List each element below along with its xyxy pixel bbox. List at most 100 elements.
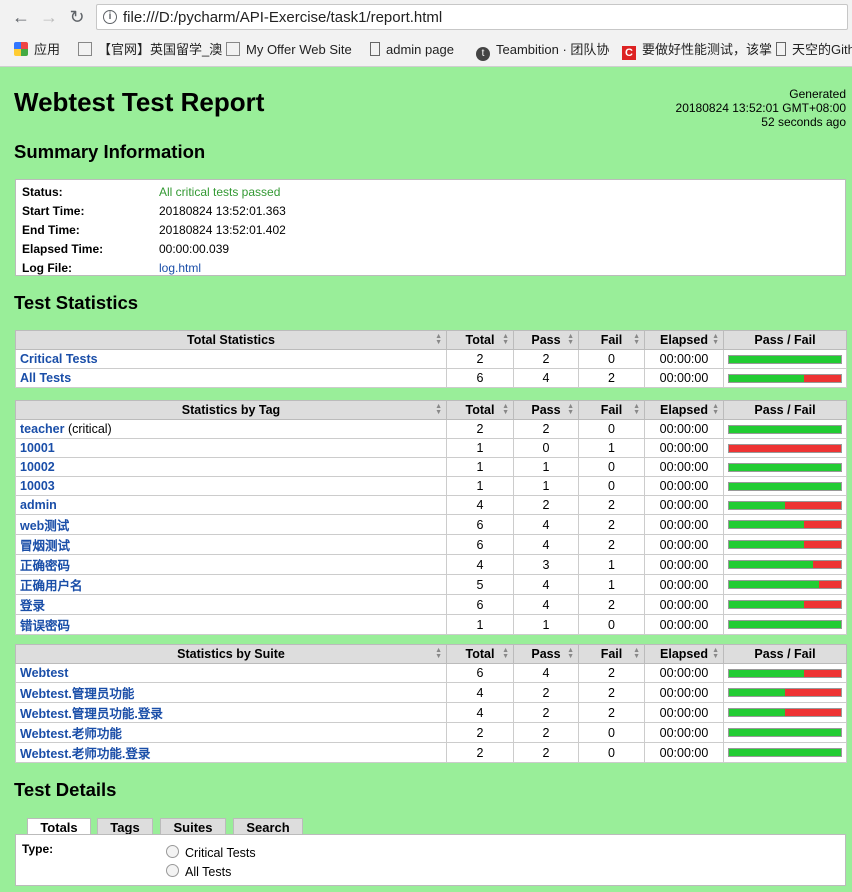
pass-fail-graph-cell [723, 476, 847, 496]
stat-link[interactable]: Webtest.老师功能 [20, 727, 122, 741]
total-statistics-table: Total Statistics ▲ ▼ Total ▲ ▼ Pass ▲ ▼ Fail ▲ ▼ Ela… [15, 330, 847, 388]
header-column[interactable]: Fail ▲ ▼ [578, 330, 645, 350]
statistics-heading: Test Statistics [14, 292, 139, 313]
header-name-column[interactable]: Total Statistics ▲ ▼ [15, 330, 447, 350]
pass-bar [729, 689, 785, 696]
table-header-row: Total Statistics ▲ ▼ Total ▲ ▼ Pass ▲ ▼ Fail ▲ ▼ Ela… [15, 330, 847, 350]
stat-fail-cell: 0 [578, 742, 645, 763]
radio-critical-tests[interactable]: Critical Tests [166, 845, 256, 860]
tab-suites[interactable]: Suites [160, 818, 226, 835]
header-column[interactable]: Pass ▲ ▼ [513, 400, 579, 420]
bookmark-4[interactable]: t Teambition · 团队协 [476, 41, 609, 61]
pass-fail-graph-cell [723, 419, 847, 439]
table-row: 冒烟测试 6 4 2 00:00:00 [15, 534, 847, 555]
stat-link[interactable]: Webtest.管理员功能.登录 [20, 707, 163, 721]
table-row: Webtest 6 4 2 00:00:00 [15, 663, 847, 683]
pass-fail-bar [728, 373, 842, 383]
summary-table: Status: All critical tests passed Start T… [15, 179, 846, 276]
fail-bar [785, 709, 841, 716]
header-column[interactable]: Total ▲ ▼ [446, 330, 514, 350]
bookmark-5[interactable]: C 要做好性能测试，该掌 [622, 41, 772, 60]
address-bar[interactable]: i file:///D:/pycharm/API-Exercise/task1/… [96, 4, 848, 30]
bookmark-3[interactable]: admin page [370, 41, 454, 59]
stat-link[interactable]: Webtest [20, 666, 68, 680]
bookmark-6[interactable]: 天空的Gith [776, 41, 852, 59]
header-name-column[interactable]: Statistics by Tag ▲ ▼ [15, 400, 447, 420]
stat-total-cell: 6 [446, 368, 514, 388]
stat-link[interactable]: teacher [20, 422, 64, 436]
table-row: 正确密码 4 3 1 00:00:00 [15, 554, 847, 575]
pass-fail-bar [728, 481, 842, 491]
document-icon [370, 42, 380, 56]
stat-link[interactable]: 正确密码 [20, 559, 70, 573]
pass-fail-bar [728, 620, 842, 629]
tab-search[interactable]: Search [233, 818, 303, 835]
header-column[interactable]: Fail ▲ ▼ [578, 400, 645, 420]
header-column[interactable]: Pass / Fail [723, 400, 847, 420]
log-file-link[interactable]: log.html [159, 261, 201, 275]
header-column[interactable]: Fail ▲ ▼ [578, 644, 645, 664]
sort-icon: ▲ ▼ [435, 647, 442, 660]
fail-bar [729, 444, 841, 452]
stat-link[interactable]: All Tests [20, 371, 71, 385]
stat-total-cell: 1 [446, 476, 514, 496]
header-column[interactable]: Elapsed ▲ ▼ [644, 400, 724, 420]
header-column[interactable]: Elapsed ▲ ▼ [644, 330, 724, 350]
stat-total-cell: 4 [446, 682, 514, 703]
pass-fail-graph-cell [723, 702, 847, 723]
stat-link[interactable]: 错误密码 [20, 619, 70, 633]
stat-fail-cell: 2 [578, 594, 645, 615]
reload-icon[interactable]: ↻ [66, 6, 88, 28]
stat-link[interactable]: 10003 [20, 479, 55, 493]
radio-button[interactable] [166, 845, 179, 858]
stat-fail-cell: 0 [578, 457, 645, 477]
pass-fail-graph-cell [723, 663, 847, 683]
header-column[interactable]: Pass / Fail [723, 644, 847, 664]
stat-link[interactable]: 10001 [20, 441, 55, 455]
stat-link[interactable]: 登录 [20, 599, 45, 613]
bookmark-apps[interactable]: 应用 [14, 41, 60, 59]
header-column[interactable]: Pass / Fail [723, 330, 847, 350]
stat-fail-cell: 0 [578, 349, 645, 369]
pass-fail-graph-cell [723, 349, 847, 369]
pass-fail-bar [728, 688, 842, 697]
bookmark-1[interactable]: 【官网】英国留学_澳 [78, 41, 222, 59]
stat-link[interactable]: Webtest.老师功能.登录 [20, 747, 150, 761]
stat-link[interactable]: admin [20, 498, 57, 512]
stat-elapsed-cell: 00:00:00 [644, 349, 724, 369]
header-column[interactable]: Total ▲ ▼ [446, 644, 514, 664]
stat-link[interactable]: web测试 [20, 519, 69, 533]
pass-fail-graph-cell [723, 554, 847, 575]
stat-link[interactable]: Webtest.管理员功能 [20, 687, 134, 701]
fail-bar [803, 669, 841, 677]
stat-link[interactable]: 10002 [20, 460, 55, 474]
sort-icon: ▲ ▼ [712, 647, 719, 660]
url-text[interactable]: file:///D:/pycharm/API-Exercise/task1/re… [123, 9, 442, 26]
pass-fail-bar [728, 500, 842, 510]
stat-total-cell: 1 [446, 438, 514, 458]
table-row: Webtest.管理员功能.登录 4 2 2 00:00:00 [15, 702, 847, 723]
sort-icon: ▲ ▼ [633, 647, 640, 660]
stat-name-cell: 10003 [15, 476, 447, 496]
header-column[interactable]: Total ▲ ▼ [446, 400, 514, 420]
back-icon[interactable]: ← [10, 6, 32, 28]
pass-fail-bar [728, 443, 842, 453]
stat-pass-cell: 1 [513, 457, 579, 477]
stat-link[interactable]: 冒烟测试 [20, 539, 70, 553]
stat-link[interactable]: Critical Tests [20, 352, 98, 366]
pass-fail-graph-cell [723, 368, 847, 388]
info-icon[interactable]: i [103, 10, 117, 24]
stat-link[interactable]: 正确用户名 [20, 579, 83, 593]
header-column[interactable]: Pass ▲ ▼ [513, 644, 579, 664]
tab-tags[interactable]: Tags [97, 818, 153, 835]
forward-icon[interactable]: → [38, 6, 60, 28]
header-name-column[interactable]: Statistics by Suite ▲ ▼ [15, 644, 447, 664]
pass-bar [729, 709, 785, 716]
bookmark-2[interactable]: My Offer Web Site [226, 41, 352, 59]
header-column[interactable]: Pass ▲ ▼ [513, 330, 579, 350]
header-column[interactable]: Elapsed ▲ ▼ [644, 644, 724, 664]
browser-chrome: ← → ↻ i file:///D:/pycharm/API-Exercise/… [0, 0, 852, 67]
radio-button[interactable] [166, 864, 179, 877]
table-row: admin 4 2 2 00:00:00 [15, 495, 847, 515]
radio-all-tests[interactable]: All Tests [166, 864, 231, 879]
